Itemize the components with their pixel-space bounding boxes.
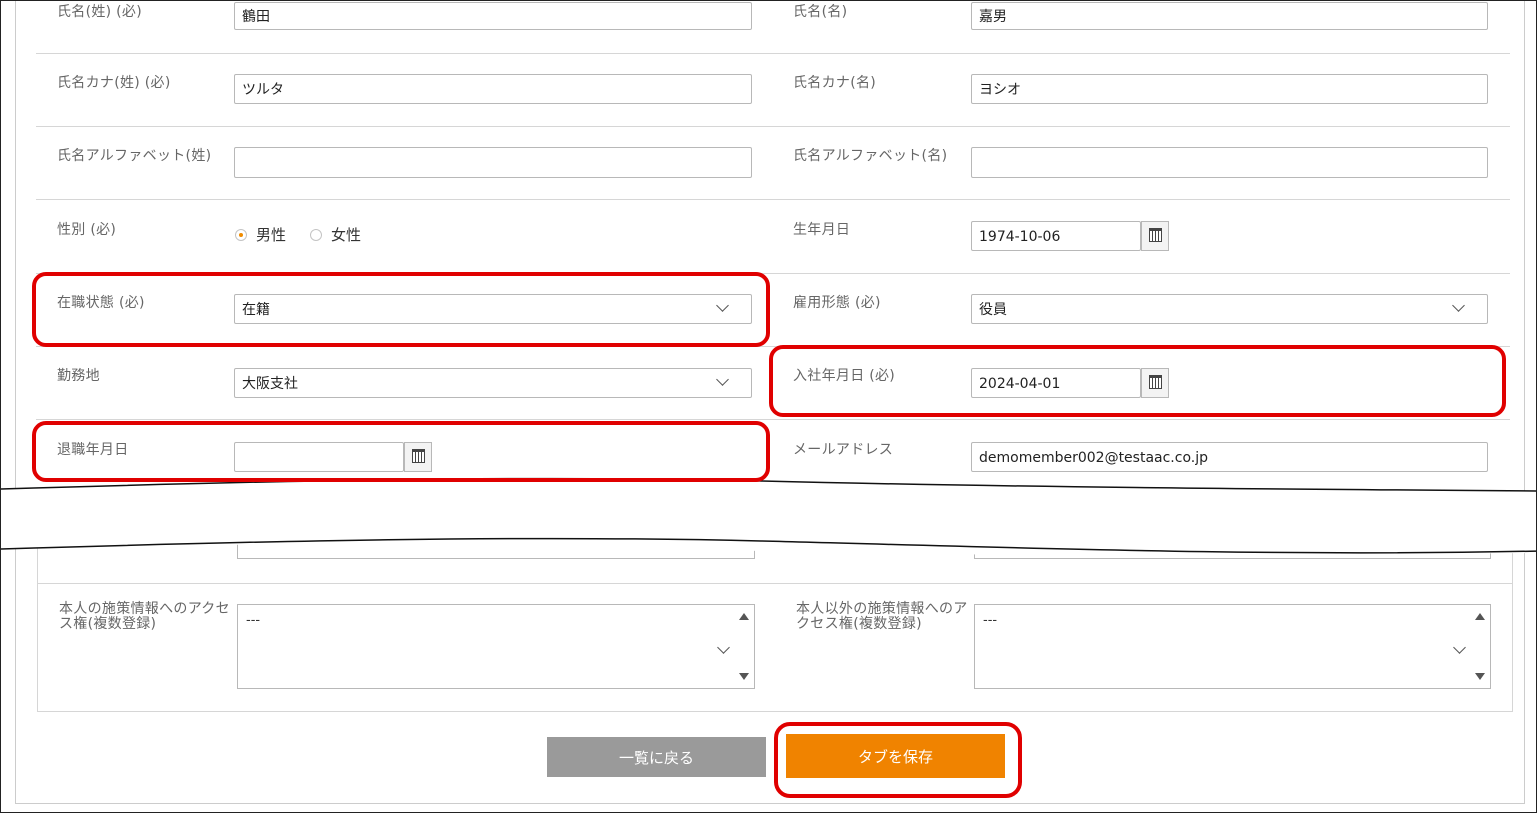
field-label: 勤務地	[57, 368, 100, 384]
own-access-multiselect[interactable]: ---	[237, 604, 755, 689]
selected-value: ---	[983, 613, 998, 628]
first-name-input[interactable]: 嘉男	[971, 2, 1488, 30]
last-name-kana-input[interactable]: ツルタ	[234, 74, 752, 104]
last-name-input[interactable]: 鶴田	[234, 2, 752, 30]
field-label: 氏名(名)	[793, 4, 848, 20]
gender-female-radio[interactable]	[310, 229, 322, 241]
field-label: 氏名カナ(姓) (必)	[57, 75, 171, 91]
row-divider	[38, 583, 1512, 584]
field-label: 生年月日	[793, 222, 851, 238]
scroll-down-icon[interactable]	[739, 673, 749, 680]
selected-value: 大阪支社	[242, 376, 298, 392]
form-row-alphabet: 氏名アルファベット(姓) 氏名アルファベット(名)	[36, 126, 1510, 200]
birth-date-input[interactable]: 1974-10-06	[971, 221, 1141, 251]
first-name-alphabet-input[interactable]	[971, 147, 1488, 178]
chevron-down-icon	[716, 373, 729, 386]
field-label: 氏名(姓) (必)	[57, 4, 142, 20]
calendar-icon	[1149, 228, 1162, 242]
scroll-up-icon[interactable]	[739, 613, 749, 620]
form-row-name: 氏名(姓) (必) 鶴田 氏名(名) 嘉男	[36, 1, 1510, 54]
gender-male-radio[interactable]	[235, 229, 247, 241]
field-label: 氏名カナ(名)	[793, 75, 877, 91]
highlight-join-date	[769, 345, 1506, 417]
gender-female-label[interactable]: 女性	[331, 224, 361, 245]
highlight-retirement-date	[32, 421, 770, 482]
birth-date-calendar-button[interactable]	[1141, 221, 1169, 251]
highlight-save-button	[774, 722, 1022, 798]
field-label: 本人の施策情報へのアクセス権(複数登録)	[59, 601, 230, 632]
field-label: 性別 (必)	[57, 222, 117, 238]
selected-value: ---	[246, 613, 261, 628]
scroll-down-icon[interactable]	[1475, 673, 1485, 680]
form-row-kana: 氏名カナ(姓) (必) ツルタ 氏名カナ(名) ヨシオ	[36, 53, 1510, 127]
work-location-select[interactable]: 大阪支社	[234, 368, 752, 398]
email-input[interactable]: demomember002@testaac.co.jp	[971, 442, 1488, 472]
scroll-up-icon[interactable]	[1475, 613, 1485, 620]
field-label: 雇用形態 (必)	[793, 295, 881, 311]
field-label: 氏名アルファベット(名)	[793, 148, 948, 164]
screenshot-frame: 氏名(姓) (必) 鶴田 氏名(名) 嘉男 氏名カナ(姓) (必) ツルタ 氏名…	[0, 0, 1537, 813]
field-label: 氏名アルファベット(姓)	[57, 148, 212, 164]
back-to-list-button[interactable]: 一覧に戻る	[547, 737, 766, 777]
highlight-employment-status	[32, 272, 770, 347]
last-name-alphabet-input[interactable]	[234, 147, 752, 178]
employment-type-select[interactable]: 役員	[971, 294, 1488, 324]
field-label: メールアドレス	[793, 442, 894, 458]
chevron-down-icon	[1452, 299, 1465, 312]
field-label: 本人以外の施策情報へのアクセス権(複数登録)	[796, 601, 968, 632]
chevron-down-icon	[717, 641, 730, 654]
page-break-indicator	[1, 477, 1536, 555]
selected-value: 役員	[979, 302, 1007, 318]
chevron-down-icon	[1453, 641, 1466, 654]
first-name-kana-input[interactable]: ヨシオ	[971, 74, 1488, 104]
form-row-gender-birth: 性別 (必) 男性 女性 生年月日 1974-10-06	[36, 199, 1510, 274]
others-access-multiselect[interactable]: ---	[974, 604, 1491, 689]
gender-male-label[interactable]: 男性	[256, 224, 286, 245]
